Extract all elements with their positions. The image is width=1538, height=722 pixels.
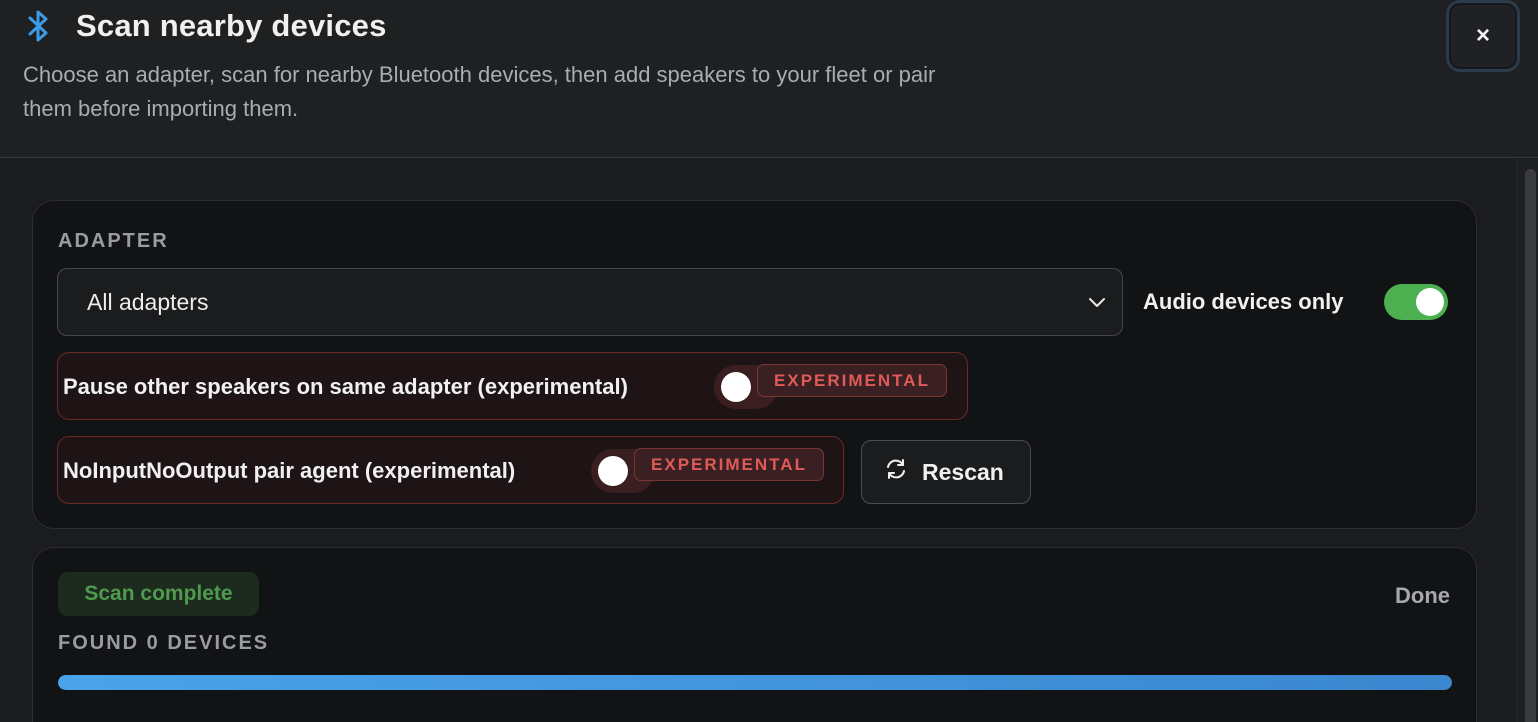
experimental-badge: EXPERIMENTAL xyxy=(757,364,947,397)
dialog-header: Scan nearby devices Choose an adapter, s… xyxy=(0,0,1538,158)
experimental-badge: EXPERIMENTAL xyxy=(634,448,824,481)
scan-progress-bar xyxy=(58,675,1452,690)
refresh-icon xyxy=(884,457,922,487)
scan-state: Done xyxy=(1395,583,1450,608)
close-button[interactable]: × xyxy=(1446,0,1520,72)
rescan-button[interactable]: Rescan xyxy=(861,440,1031,504)
chevron-down-icon xyxy=(1086,291,1108,319)
adapter-card: ADAPTER All adapters Audio devices only … xyxy=(32,200,1477,529)
noio-agent-option: NoInputNoOutput pair agent (experimental… xyxy=(57,436,844,504)
found-devices-label: FOUND 0 DEVICES xyxy=(58,632,270,654)
pause-speakers-option: Pause other speakers on same adapter (ex… xyxy=(57,352,968,420)
adapter-select[interactable]: All adapters xyxy=(57,268,1123,336)
toggle-knob xyxy=(598,456,628,486)
title-row: Scan nearby devices xyxy=(24,8,387,44)
scan-progress-fill xyxy=(58,675,1452,690)
pause-speakers-label: Pause other speakers on same adapter (ex… xyxy=(63,374,628,399)
toggle-knob xyxy=(1416,288,1444,316)
close-icon: × xyxy=(1475,22,1490,49)
noio-agent-label: NoInputNoOutput pair agent (experimental… xyxy=(63,458,516,483)
dialog-body[interactable]: ADAPTER All adapters Audio devices only … xyxy=(0,159,1538,722)
toggle-knob xyxy=(721,372,751,402)
bluetooth-icon xyxy=(24,8,54,44)
scan-results-card: Scan complete Done FOUND 0 DEVICES xyxy=(32,547,1477,722)
page-title: Scan nearby devices xyxy=(76,8,387,43)
adapter-select-value: All adapters xyxy=(87,288,209,315)
adapter-label: ADAPTER xyxy=(58,230,169,252)
audio-only-label: Audio devices only xyxy=(1143,289,1344,314)
scrollbar-thumb[interactable] xyxy=(1525,169,1536,722)
status-badge: Scan complete xyxy=(58,572,259,616)
audio-only-toggle[interactable] xyxy=(1384,284,1448,320)
rescan-label: Rescan xyxy=(922,458,1004,485)
dialog-subtitle: Choose an adapter, scan for nearby Bluet… xyxy=(23,62,936,121)
